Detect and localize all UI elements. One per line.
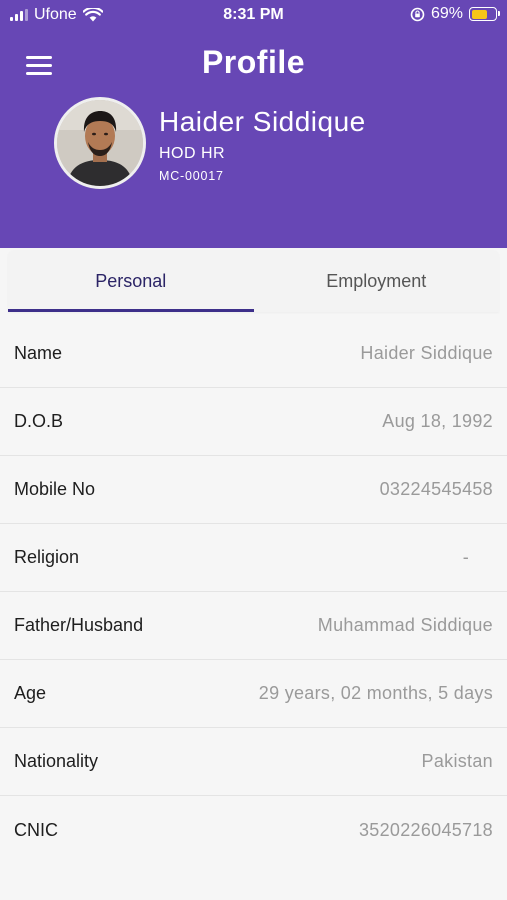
detail-label: Nationality (14, 751, 99, 771)
profile-header: Ufone 8:31 PM 69% Profile Haider Siddiqu… (0, 0, 507, 248)
detail-label: Mobile No (14, 479, 96, 499)
profile-screen: Ufone 8:31 PM 69% Profile Haider Siddiqu… (0, 0, 507, 900)
status-bar: Ufone 8:31 PM 69% (0, 0, 507, 30)
profile-tabs: Personal Employment (8, 250, 499, 312)
avatar[interactable] (54, 97, 146, 189)
detail-value: Haider Siddique (360, 343, 493, 363)
detail-row-father-husband: Father/Husband Muhammad Siddique (0, 592, 507, 660)
detail-label: Religion (14, 547, 80, 567)
detail-label: Age (14, 683, 47, 703)
detail-value: 29 years, 02 months, 5 days (258, 683, 493, 703)
profile-role: HOD HR (159, 145, 226, 162)
detail-row-mobile: Mobile No 03224545458 (0, 456, 507, 524)
page-title: Profile (201, 44, 306, 80)
status-right: 69% (410, 5, 500, 23)
profile-employee-id: MC-00017 (159, 169, 224, 183)
detail-value: Muhammad Siddique (317, 615, 493, 635)
detail-label: Father/Husband (14, 615, 144, 635)
profile-name: Haider Siddique (159, 106, 366, 137)
detail-value: Aug 18, 1992 (382, 411, 493, 431)
detail-value: 3520226045718 (358, 819, 493, 840)
orientation-lock-icon (410, 7, 425, 21)
battery-icon (469, 7, 500, 21)
tab-employment[interactable]: Employment (254, 250, 500, 312)
detail-row-age: Age 29 years, 02 months, 5 days (0, 660, 507, 728)
detail-label: D.O.B (14, 411, 64, 431)
detail-row-cnic: CNIC 3520226045718 (0, 796, 507, 864)
detail-row-dob: D.O.B Aug 18, 1992 (0, 388, 507, 456)
detail-value: - (462, 547, 469, 567)
detail-row-religion: Religion - (0, 524, 507, 592)
detail-label: CNIC (14, 819, 58, 840)
tab-personal[interactable]: Personal (8, 250, 254, 312)
detail-value: Pakistan (421, 751, 493, 771)
detail-row-nationality: Nationality Pakistan (0, 728, 507, 796)
battery-fill (471, 9, 488, 19)
avatar-photo (57, 100, 143, 186)
battery-percent: 69% (430, 5, 463, 22)
personal-details-list: Name Haider Siddique D.O.B Aug 18, 1992 … (0, 320, 507, 864)
detail-row-name: Name Haider Siddique (0, 320, 507, 388)
detail-value: 03224545458 (379, 479, 493, 499)
detail-label: Name (14, 343, 63, 363)
